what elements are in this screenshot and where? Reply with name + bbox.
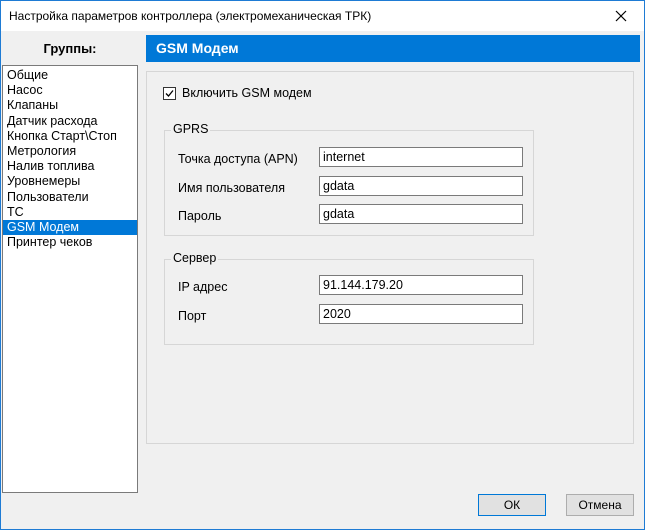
close-icon — [615, 10, 627, 22]
cancel-button[interactable]: Отмена — [566, 494, 634, 516]
group-list-item[interactable]: Насос — [3, 83, 137, 98]
port-input[interactable] — [319, 304, 523, 324]
title-bar: Настройка параметров контроллера (электр… — [1, 1, 644, 31]
group-list-item[interactable]: Кнопка Старт\Стоп — [3, 129, 137, 144]
groups-header: Группы: — [43, 40, 97, 56]
enable-gsm-checkbox[interactable] — [163, 86, 176, 100]
ok-button[interactable]: ОК — [478, 494, 546, 516]
group-list-item[interactable]: Датчик расхода — [3, 114, 137, 129]
group-list-item[interactable]: Налив топлива — [3, 159, 137, 174]
enable-gsm-label: Включить GSM модем — [182, 86, 312, 100]
groups-list[interactable]: Общие Насос Клапаны Датчик расхода Кнопка Ст… — [2, 65, 138, 493]
section-title: GSM Модем — [146, 35, 640, 62]
group-list-item[interactable]: Клапаны — [3, 98, 137, 113]
username-input[interactable] — [319, 176, 523, 196]
enable-gsm-checkbox-row[interactable]: Включить GSM модем — [163, 86, 312, 100]
server-group: Сервер — [164, 251, 534, 345]
group-list-item[interactable]: Метрология — [3, 144, 137, 159]
gprs-group-title: GPRS — [171, 122, 211, 136]
group-list-item[interactable]: ТС — [3, 205, 137, 220]
port-label: Порт — [178, 309, 207, 323]
group-list-item[interactable]: Уровнемеры — [3, 174, 137, 189]
password-input[interactable] — [319, 204, 523, 224]
close-button[interactable] — [598, 1, 644, 31]
window-title: Настройка параметров контроллера (электр… — [9, 9, 372, 23]
group-list-item[interactable]: Общие — [3, 68, 137, 83]
settings-panel — [146, 71, 634, 444]
password-label: Пароль — [178, 209, 222, 223]
group-list-item[interactable]: GSM Модем — [3, 219, 137, 236]
apn-label: Точка доступа (APN) — [178, 152, 298, 166]
group-list-item[interactable]: Принтер чеков — [3, 235, 137, 250]
apn-input[interactable] — [319, 147, 523, 167]
group-list-item[interactable]: Пользователи — [3, 190, 137, 205]
ip-address-input[interactable] — [319, 275, 523, 295]
server-group-title: Сервер — [171, 251, 219, 265]
username-label: Имя пользователя — [178, 181, 285, 195]
checkmark-icon — [165, 89, 174, 97]
ip-address-label: IP адрес — [178, 280, 228, 294]
